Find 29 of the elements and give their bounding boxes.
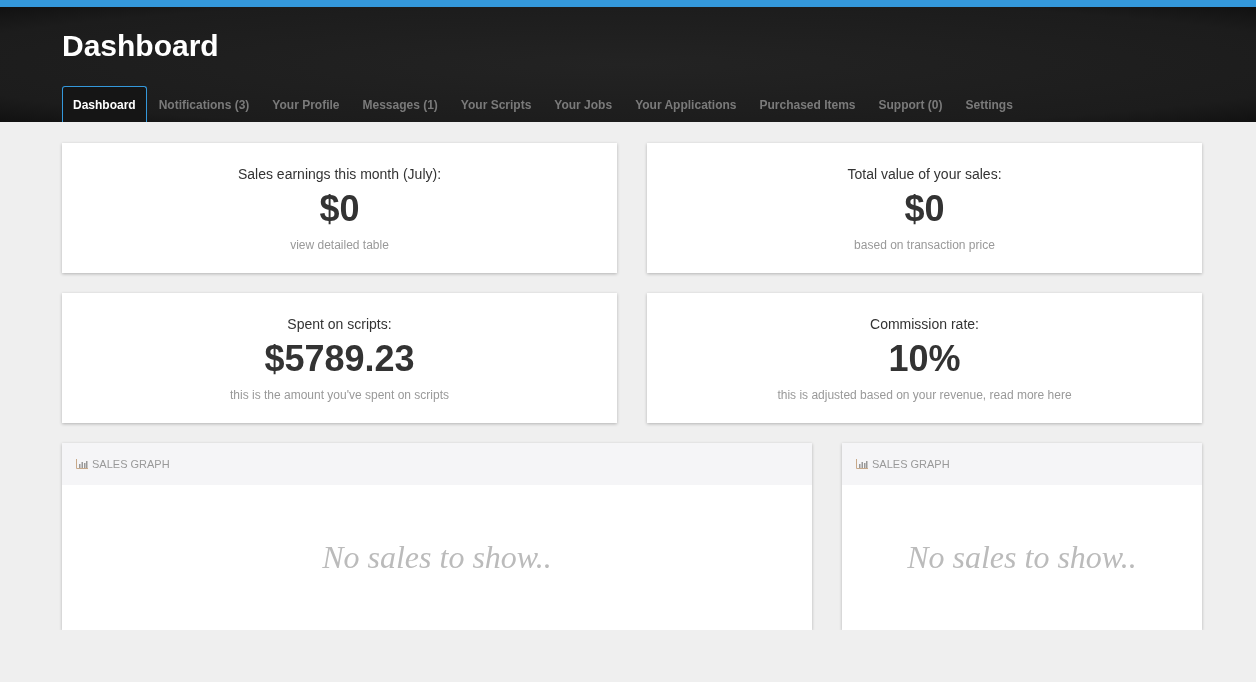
- stat-note: this is adjusted based on your revenue, read more here: [777, 388, 1072, 402]
- nav-tab[interactable]: Messages (1): [351, 86, 449, 122]
- stat-note: view detailed table: [290, 238, 389, 252]
- panel-title: SALES GRAPH: [872, 458, 950, 470]
- stat-note: based on transaction price: [854, 238, 995, 252]
- bar-chart-icon: [856, 459, 868, 469]
- stat-value: 10%: [888, 338, 961, 380]
- nav-tab[interactable]: Your Profile: [261, 86, 351, 122]
- stat-label: Sales earnings this month (July):: [237, 166, 442, 182]
- stat-value: $5789.23: [264, 338, 415, 380]
- empty-message: No sales to show..: [322, 539, 552, 576]
- nav-tab[interactable]: Dashboard: [62, 86, 147, 122]
- bar-chart-icon: [76, 459, 88, 469]
- stat-value: $0: [904, 188, 945, 230]
- nav-tab[interactable]: Settings: [954, 86, 1024, 122]
- nav-tab[interactable]: Your Jobs: [543, 86, 624, 122]
- stat-label: Spent on scripts:: [287, 316, 392, 332]
- nav-tab[interactable]: Notifications (3): [147, 86, 261, 122]
- nav-tab[interactable]: Support (0): [867, 86, 954, 122]
- stat-label: Commission rate:: [870, 316, 979, 332]
- nav-tab[interactable]: Your Scripts: [449, 86, 543, 122]
- stat-label: Total value of your sales:: [847, 166, 1002, 182]
- nav-tab[interactable]: Your Applications: [624, 86, 748, 122]
- panel-title: SALES GRAPH: [92, 458, 170, 470]
- page-title: Dashboard: [62, 28, 220, 64]
- stat-value: $0: [319, 188, 360, 230]
- stat-note: this is the amount you've spent on scripts: [229, 388, 450, 402]
- nav-tab[interactable]: Purchased Items: [748, 86, 867, 122]
- empty-message: No sales to show..: [907, 539, 1137, 576]
